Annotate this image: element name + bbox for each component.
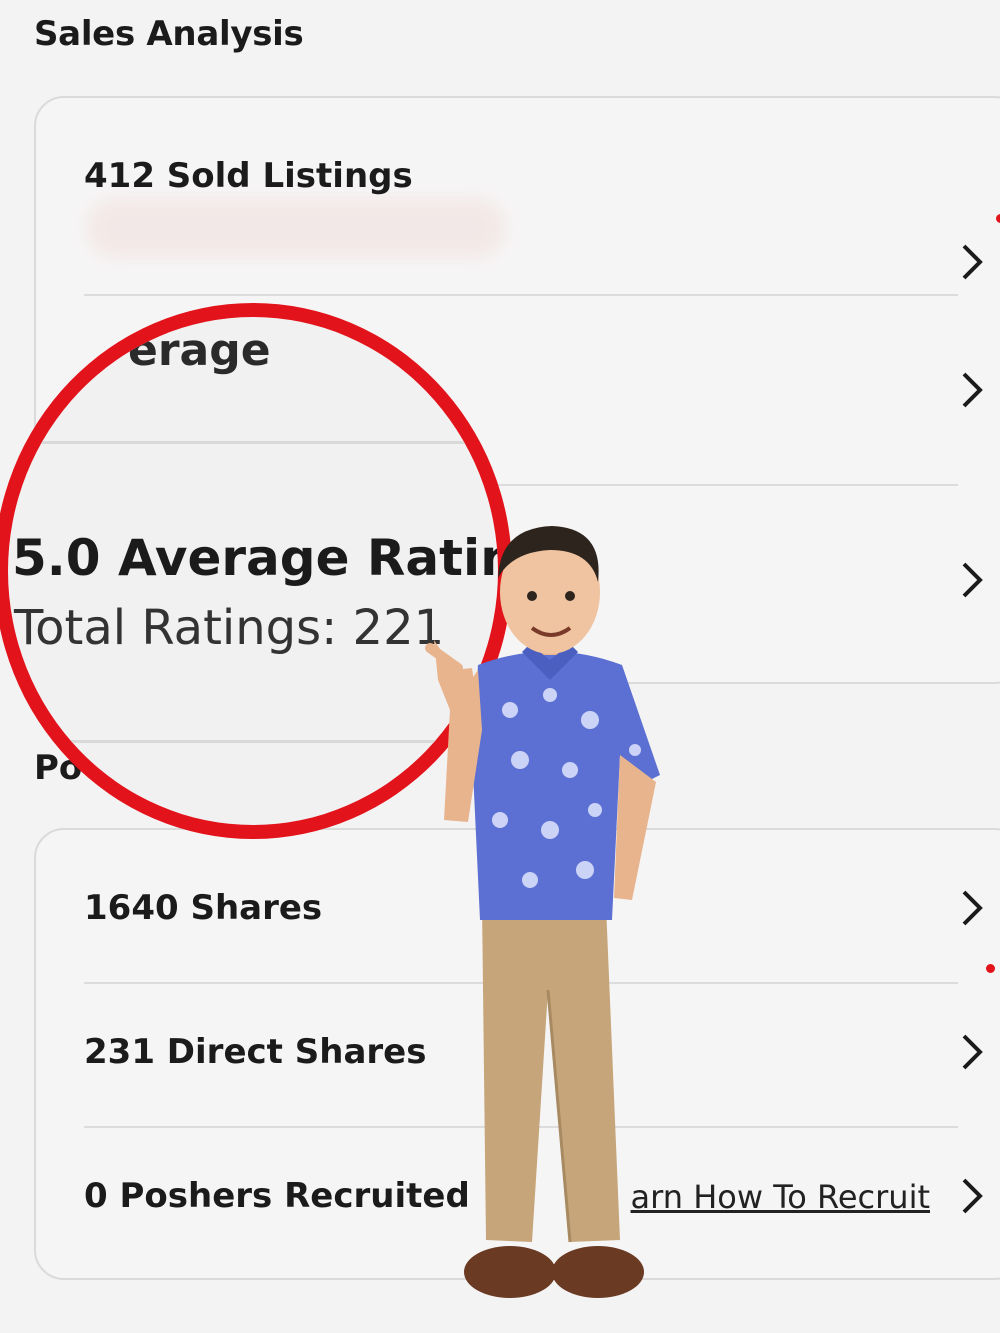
poshers-recruited-label: 0 Poshers Recruited	[84, 1176, 470, 1216]
direct-shares-label: 231 Direct Shares	[84, 1032, 427, 1072]
chevron-right-icon	[954, 1174, 988, 1218]
zoom-partial-text: erage	[128, 325, 271, 376]
chevron-right-icon	[954, 558, 988, 602]
chevron-right-icon	[954, 886, 988, 930]
red-dot-marker	[986, 964, 995, 973]
chevron-right-icon	[954, 240, 988, 284]
cartoon-man-illustration	[420, 520, 680, 1320]
total-ratings-text: Total Ratings: 221	[14, 600, 445, 656]
section-title-sales-analysis: Sales Analysis	[34, 14, 304, 54]
shares-label: 1640 Shares	[84, 888, 323, 928]
chevron-right-icon	[954, 368, 988, 412]
sold-listings-label: 412 Sold Listings	[84, 156, 413, 196]
sold-listings-row[interactable]: 412 Sold Listings	[84, 156, 983, 280]
divider	[8, 441, 498, 444]
chevron-right-icon	[954, 1030, 988, 1074]
red-dot-marker	[996, 214, 1000, 223]
